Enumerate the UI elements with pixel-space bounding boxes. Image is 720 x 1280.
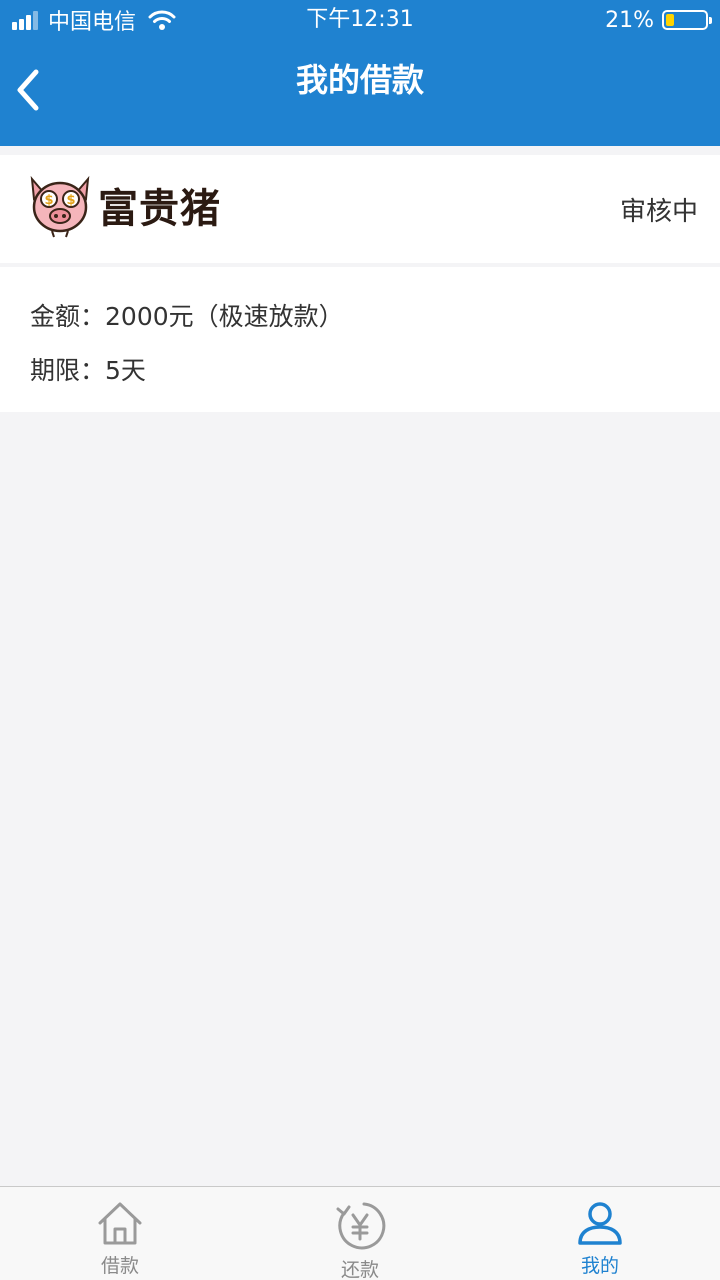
term-label: 期限： — [30, 356, 106, 385]
term-row: 期限：5天 — [30, 351, 146, 387]
yuan-refresh-icon — [336, 1202, 386, 1250]
battery-icon — [662, 10, 712, 30]
pig-icon: $ $ — [30, 175, 90, 238]
brand-logo: $ $ 富贵猪 — [24, 171, 221, 239]
tab-borrow-label: 借款 — [100, 1255, 139, 1277]
loan-details: 金额：2000元（极速放款） 期限：5天 — [0, 267, 720, 412]
user-icon — [578, 1202, 622, 1245]
battery-percent: 21% — [605, 7, 654, 33]
tab-repay-label: 还款 — [340, 1259, 379, 1280]
amount-label: 金额： — [30, 302, 106, 331]
amount-row: 金额：2000元（极速放款） — [30, 297, 344, 333]
status-bar: 中国电信 下午12:31 21% — [0, 0, 720, 40]
tab-borrow[interactable]: 借款 — [0, 1187, 240, 1280]
tab-repay[interactable]: 还款 — [240, 1187, 480, 1280]
header: 中国电信 下午12:31 21% 我的借款 — [0, 0, 720, 146]
svg-text:$: $ — [66, 193, 75, 208]
status-right: 21% — [605, 6, 712, 34]
svg-text:$: $ — [44, 193, 53, 208]
tab-mine-label: 我的 — [580, 1255, 619, 1277]
brand-name: 富贵猪 — [98, 185, 221, 232]
page-title: 我的借款 — [295, 61, 424, 99]
tab-bar: 借款 还款 我的 — [0, 1186, 720, 1280]
tab-mine[interactable]: 我的 — [480, 1187, 720, 1280]
status-badge: 审核中 — [619, 197, 698, 227]
battery-fill — [666, 14, 674, 26]
home-icon — [98, 1202, 142, 1245]
amount-value: 2000元（极速放款） — [105, 302, 344, 331]
term-value: 5天 — [105, 356, 146, 385]
loan-card-header[interactable]: $ $ 富贵猪 审核中 — [0, 155, 720, 263]
